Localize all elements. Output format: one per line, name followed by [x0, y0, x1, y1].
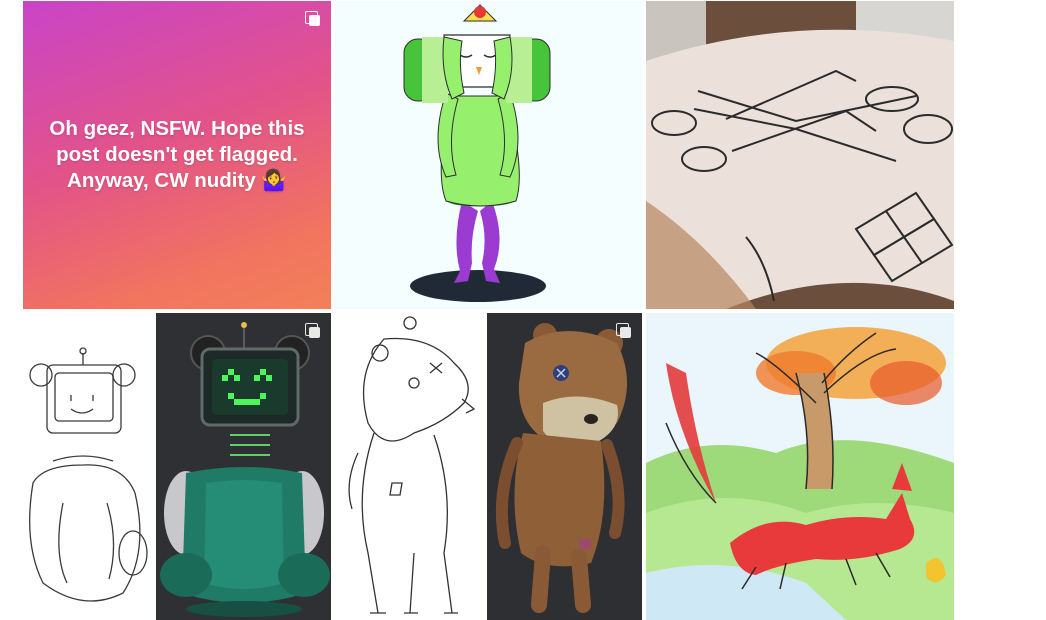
tvhead-render	[160, 322, 330, 617]
post-tile-text[interactable]: Oh geez, NSFW. Hope this post doesn't ge…	[23, 1, 331, 309]
bear-sketch	[348, 316, 476, 614]
tvhead-sketch	[29, 347, 148, 602]
multiple-images-icon	[305, 11, 321, 27]
multiple-images-icon	[305, 323, 321, 339]
bear-render	[495, 323, 627, 613]
post-tile-tattoo-photo[interactable]	[646, 1, 954, 309]
post-tile-bear-sketch[interactable]	[334, 313, 485, 620]
post-tile-watercolor-fox[interactable]	[646, 313, 954, 620]
post-caption: Oh geez, NSFW. Hope this post doesn't ge…	[49, 117, 305, 192]
multiple-images-icon	[616, 323, 632, 339]
post-tile-bear-render[interactable]	[487, 313, 642, 620]
post-tile-prince-drawing[interactable]	[334, 1, 643, 309]
post-tile-tvhead-render[interactable]	[156, 313, 331, 620]
watercolor-fox	[646, 313, 954, 620]
tattoo-photo	[646, 1, 954, 309]
post-tile-tvhead-sketch[interactable]	[23, 313, 154, 620]
prince-illustration	[403, 4, 551, 302]
